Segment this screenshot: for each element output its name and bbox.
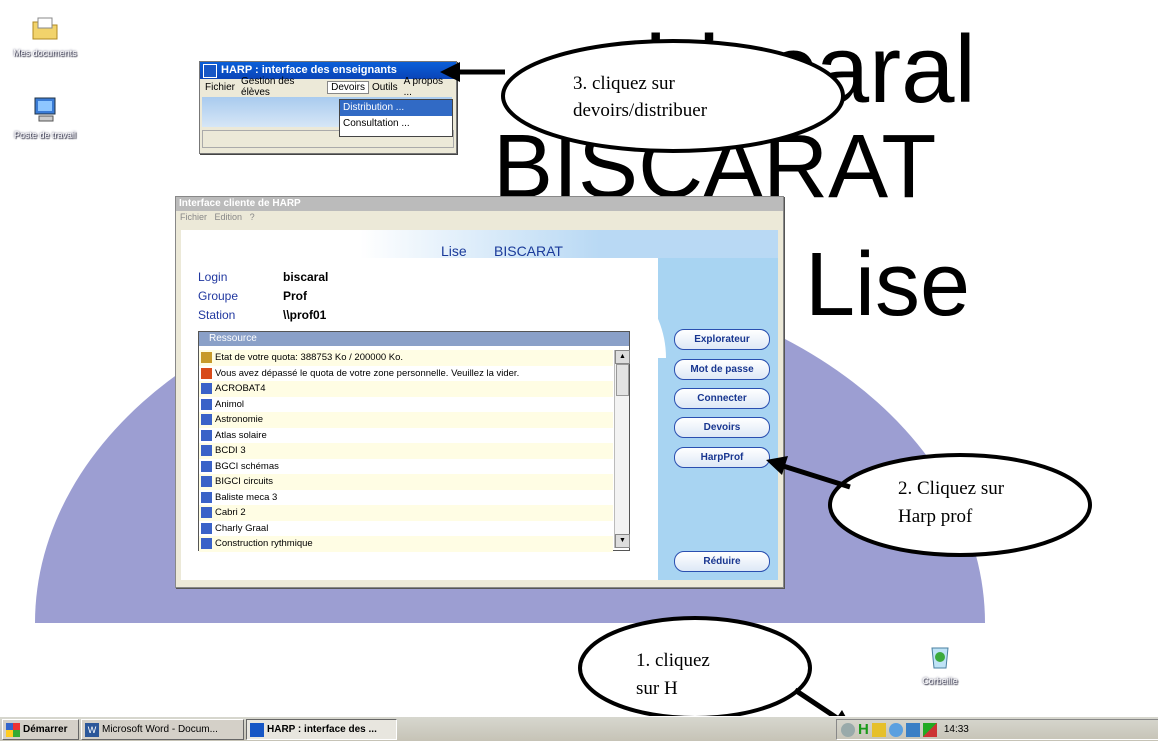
callout-2-arrowhead [766, 456, 788, 475]
taskbar-word[interactable]: W Microsoft Word - Docum... [81, 719, 244, 740]
connection-tray-icon[interactable] [922, 722, 937, 737]
callout-2-text: 2. Cliquez sur Harp prof [898, 475, 1004, 531]
callout-1-line2: sur H [636, 678, 678, 699]
pen-tray-icon[interactable] [871, 722, 886, 737]
callout-1-text: 1. cliquez sur H [636, 647, 710, 703]
callout-3-line1: 3. cliquez sur [573, 73, 675, 94]
callout-2-arrow [779, 462, 851, 490]
harp-logo-icon [250, 722, 264, 737]
start-label: Démarrer [23, 724, 68, 735]
callout-3-text: 3. cliquez sur devoirs/distribuer [573, 70, 707, 124]
clock[interactable]: 14:33 [944, 724, 969, 735]
taskbar-harp-label: HARP : interface des ... [267, 724, 377, 735]
taskbar-word-label: Microsoft Word - Docum... [102, 724, 218, 735]
harp-h-tray-icon[interactable]: H [858, 721, 869, 738]
word-icon: W [85, 722, 99, 737]
g-tray-icon[interactable] [888, 722, 903, 737]
windows-logo-icon [6, 722, 20, 737]
taskbar: Démarrer W Microsoft Word - Docum... HAR… [0, 716, 1158, 741]
start-button[interactable]: Démarrer [2, 719, 79, 740]
taskbar-harp[interactable]: HARP : interface des ... [246, 719, 397, 740]
callout-1-line1: 1. cliquez [636, 650, 710, 671]
callout-2-line1: 2. Cliquez sur [898, 478, 1005, 499]
callout-3-line2: devoirs/distribuer [573, 100, 708, 121]
system-tray: H 14:33 [836, 719, 1158, 740]
display-tray-icon[interactable] [905, 722, 920, 737]
callout-2-line2: Harp prof [898, 506, 973, 527]
network-icon[interactable] [841, 722, 855, 737]
callout-3-arrowhead [440, 62, 460, 82]
